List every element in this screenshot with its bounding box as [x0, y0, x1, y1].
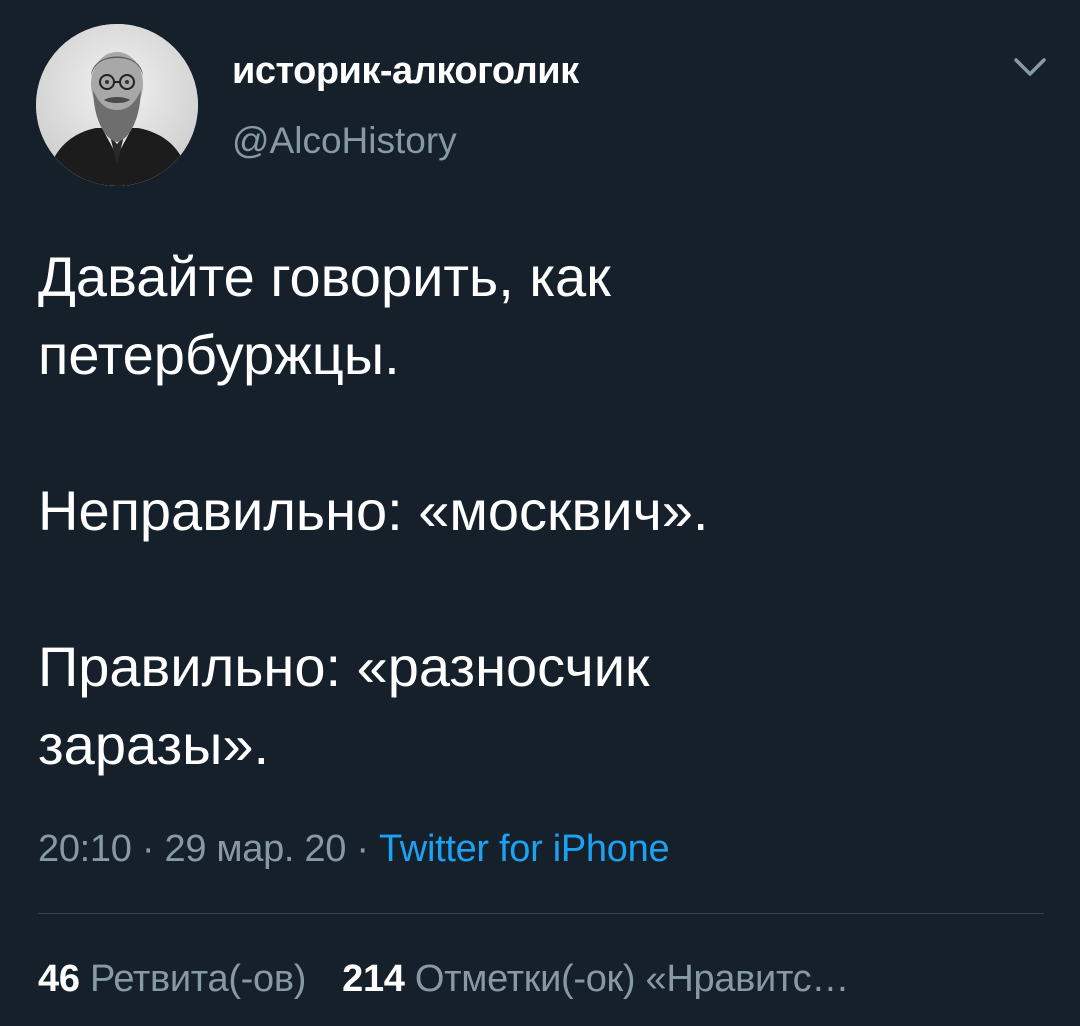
meta-separator: · — [356, 828, 369, 870]
retweets-stat[interactable]: 46 Ретвита(-ов) — [38, 958, 306, 1000]
retweets-count: 46 — [38, 958, 80, 1000]
avatar[interactable] — [36, 24, 198, 186]
likes-label: Отметки(-ок) «Нравитс… — [414, 958, 850, 1000]
tweet-text-line: Неправильно: «москвич». — [38, 479, 709, 542]
paragraph-break — [38, 550, 1048, 628]
likes-count: 214 — [342, 958, 405, 1000]
likes-stat[interactable]: 214 Отметки(-ок) «Нравитс… — [342, 958, 849, 1000]
tweet-text-line: Давайте говорить, как — [38, 245, 611, 308]
tweet-date[interactable]: 29 мар. 20 — [164, 828, 346, 870]
paragraph-break — [38, 394, 1048, 472]
chevron-down-icon[interactable] — [1010, 52, 1050, 82]
tweet-source-link[interactable]: Twitter for iPhone — [379, 828, 670, 870]
author-display-name[interactable]: историк-алкоголик — [232, 50, 579, 93]
tweet-text-line: заразы». — [38, 713, 270, 776]
tweet-text-line: Правильно: «разносчик — [38, 635, 650, 698]
author-portrait-image — [36, 24, 198, 186]
tweet-time[interactable]: 20:10 — [38, 828, 132, 870]
tweet-text-line: петербуржцы. — [38, 323, 400, 386]
divider — [38, 913, 1044, 914]
meta-separator: · — [141, 828, 155, 870]
author-handle[interactable]: @AlcoHistory — [232, 120, 457, 162]
tweet-meta: 20:10 · 29 мар. 20 · Twitter for iPhone — [38, 828, 670, 871]
tweet-stats: 46 Ретвита(-ов) 214 Отметки(-ок) «Нравитс… — [38, 958, 849, 1001]
tweet-text: Давайте говорить, как петербуржцы. Непра… — [38, 238, 1048, 784]
retweets-label: Ретвита(-ов) — [89, 958, 307, 1000]
